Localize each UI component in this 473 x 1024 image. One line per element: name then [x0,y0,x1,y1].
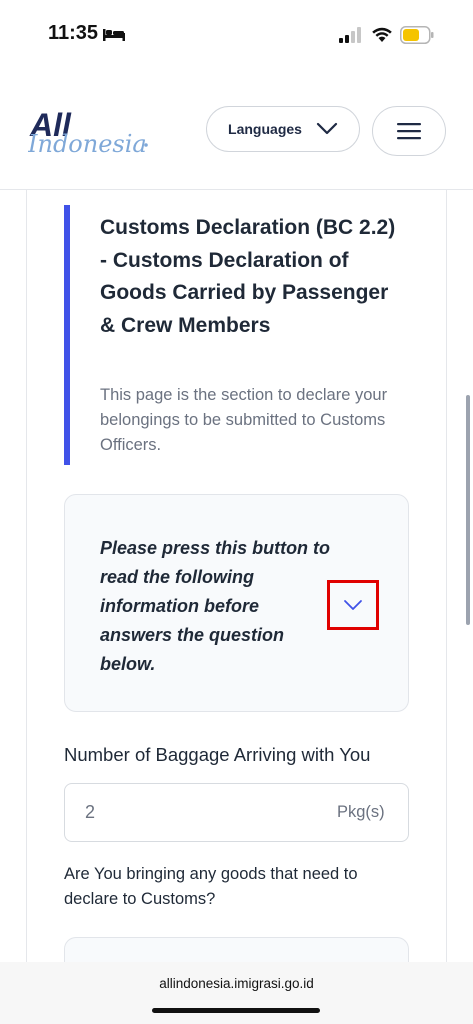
wifi-icon [372,27,392,42]
browser-url: allindonesia.imigrasi.go.id [159,976,314,991]
hamburger-menu-button[interactable] [372,106,446,156]
chevron-down-icon [316,122,338,135]
declare-goods-question: Are You bringing any goods that need to … [64,865,358,908]
site-header: All Indonesia Languages [0,70,473,190]
status-time: 11:35 [48,22,99,44]
hamburger-menu-icon [397,123,421,140]
baggage-unit-suffix: Pkg(s) [337,803,385,821]
chevron-down-icon [344,600,362,610]
info-instruction-text: Please press this button to read the fol… [100,538,331,674]
baggage-count-label: Number of Baggage Arriving with You [64,744,371,765]
page-title: Customs Declaration (BC 2.2) - Customs D… [100,216,396,337]
bed-icon [103,29,125,41]
all-indonesia-logo[interactable]: All Indonesia [28,100,158,160]
home-indicator[interactable] [152,1008,320,1013]
battery-icon [400,26,434,44]
signal-icon [339,27,361,43]
expand-info-button[interactable] [327,580,379,630]
baggage-count-value: 2 [85,802,96,822]
status-bar: 11:35 [0,0,473,70]
browser-address-bar[interactable] [0,962,473,1024]
page-scrollbar[interactable] [466,395,470,625]
languages-label: Languages [228,121,302,137]
section-description: This page is the section to declare your… [100,386,388,454]
section-accent-bar [64,205,70,465]
svg-text:Indonesia: Indonesia [28,130,147,158]
languages-dropdown[interactable]: Languages [206,106,360,152]
